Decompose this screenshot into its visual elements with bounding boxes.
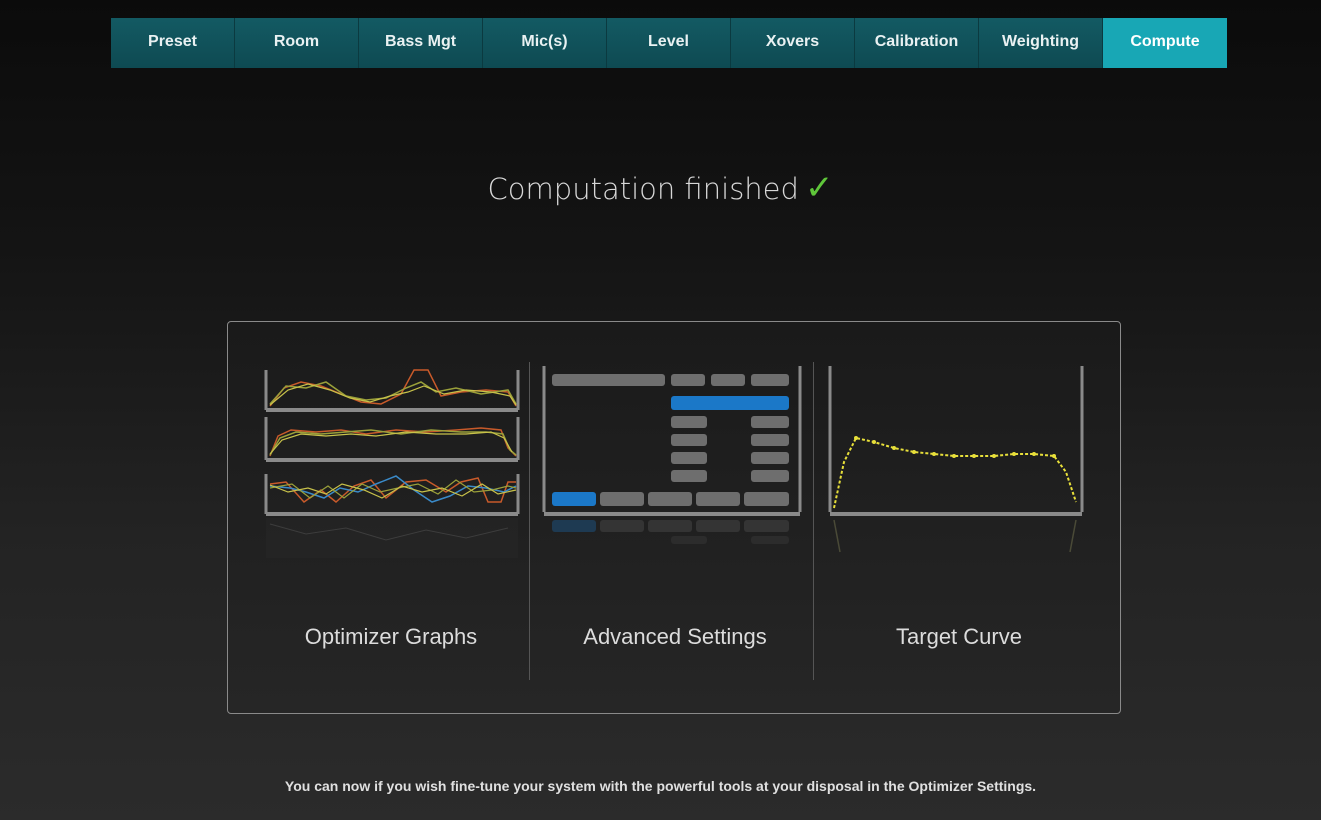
tab-level[interactable]: Level: [607, 18, 731, 68]
status-title: Computation finished ✓: [0, 168, 1321, 208]
tab-xovers[interactable]: Xovers: [731, 18, 855, 68]
optimizer-graphs-icon: [264, 369, 520, 558]
advanced-settings-icon: [542, 366, 802, 544]
target-curve-option[interactable]: Target Curve: [814, 352, 1104, 682]
tab-compute[interactable]: Compute: [1103, 18, 1227, 68]
tab-weighting[interactable]: Weighting: [979, 18, 1103, 68]
tab-bass-mgt[interactable]: Bass Mgt: [359, 18, 483, 68]
advanced-settings-label: Advanced Settings: [583, 624, 767, 649]
options-panel: Optimizer Graphs Advanced Settings Targe…: [227, 321, 1121, 714]
tab-calibration[interactable]: Calibration: [855, 18, 979, 68]
optimizer-graphs-option[interactable]: Optimizer Graphs: [246, 352, 536, 682]
tab-room[interactable]: Room: [235, 18, 359, 68]
tab-mics[interactable]: Mic(s): [483, 18, 607, 68]
tab-preset[interactable]: Preset: [111, 18, 235, 68]
target-curve-label: Target Curve: [896, 624, 1022, 649]
status-title-text: Computation finished: [487, 172, 799, 206]
nav-tabs: Preset Room Bass Mgt Mic(s) Level Xovers…: [111, 18, 1227, 68]
advanced-settings-option[interactable]: Advanced Settings: [530, 352, 820, 682]
target-curve-icon: [828, 366, 1084, 553]
optimizer-graphs-label: Optimizer Graphs: [304, 624, 478, 649]
footer-instructions: You can now if you wish fine-tune your s…: [284, 778, 1037, 794]
checkmark-icon: ✓: [804, 168, 834, 208]
